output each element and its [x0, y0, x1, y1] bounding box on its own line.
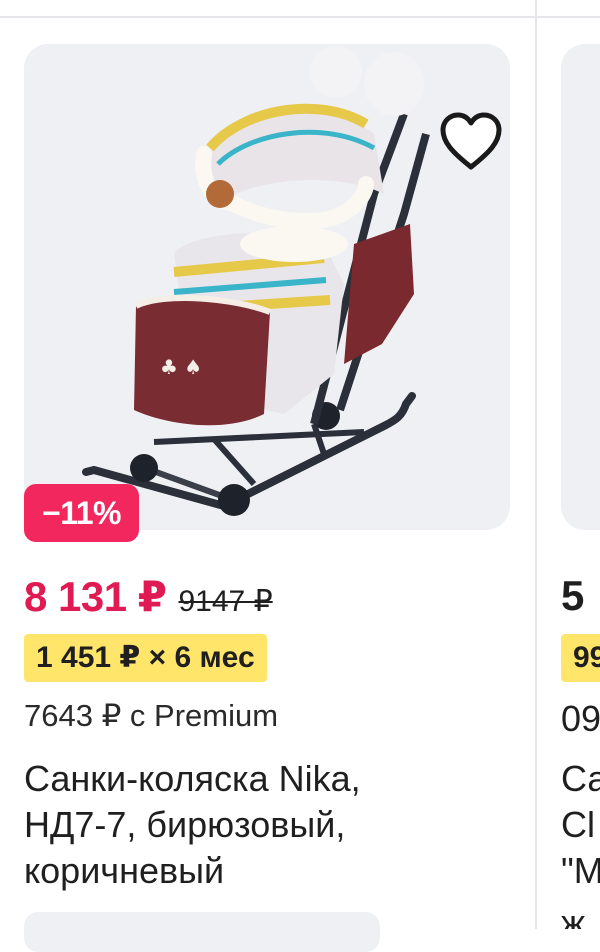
- favorite-button[interactable]: [438, 112, 510, 178]
- product-title-line: НД7-7, бирюзовый,: [24, 804, 346, 845]
- product-title-line: Санки-коляска Nika,: [24, 758, 361, 799]
- next-product-installment[interactable]: 99: [561, 634, 600, 682]
- next-product-card[interactable]: 5 99 09 Са Сl "М ж: [537, 0, 600, 929]
- svg-text:♣ ♠: ♣ ♠: [160, 355, 202, 379]
- premium-price: 7643 ₽ с Premium: [24, 698, 279, 733]
- next-product-text-line: 09: [561, 698, 600, 739]
- old-price: 9147 ₽: [178, 585, 273, 618]
- heart-outline-icon: [440, 112, 502, 170]
- next-product-text-line: Са: [561, 758, 600, 799]
- product-image[interactable]: ♣ ♠: [24, 44, 510, 530]
- price-row: 8 131 ₽ 9147 ₽: [24, 572, 273, 622]
- next-product-image[interactable]: [561, 44, 600, 530]
- next-product-price: 5: [561, 572, 585, 619]
- next-product-text-line: "М: [561, 850, 600, 891]
- next-product-text-line: ж: [561, 902, 586, 929]
- add-to-cart-button[interactable]: [24, 912, 380, 952]
- current-price: 8 131 ₽: [24, 573, 167, 620]
- installment-badge[interactable]: 1 451 ₽ × 6 мес: [24, 634, 267, 682]
- product-card[interactable]: ♣ ♠ −11% 8 131 ₽ 9147 ₽ 1 451 ₽ × 6 мес …: [0, 0, 534, 952]
- product-title[interactable]: Санки-коляска Nika, НД7-7, бирюзовый, ко…: [24, 756, 494, 894]
- next-product-text-line: Сl: [561, 804, 595, 845]
- discount-badge: −11%: [24, 484, 139, 542]
- product-title-line: коричневый: [24, 850, 225, 891]
